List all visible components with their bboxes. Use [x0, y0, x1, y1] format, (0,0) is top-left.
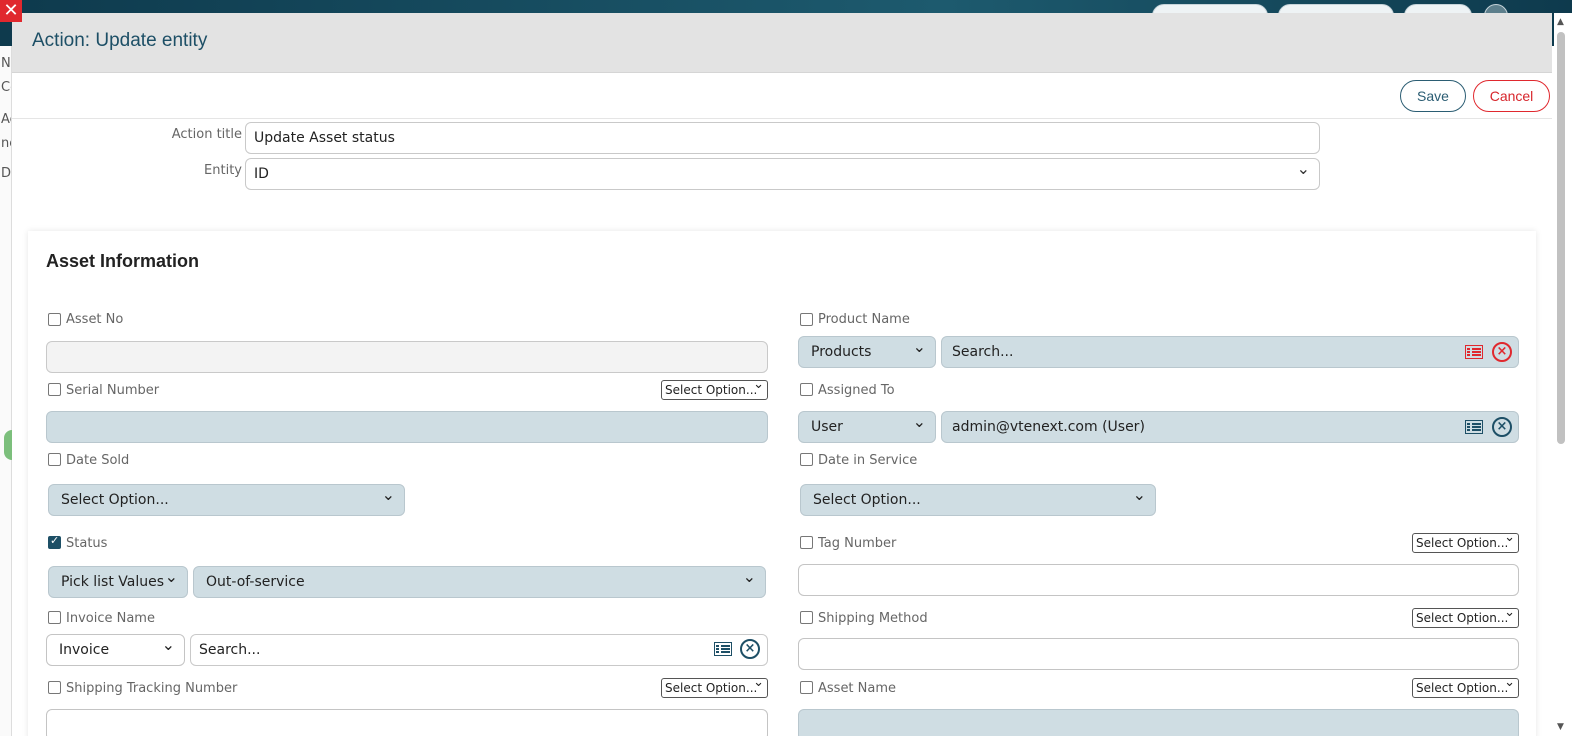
assigned-to-input[interactable]: admin@vtenext.com (User)	[941, 411, 1519, 443]
background-text: N	[1, 56, 11, 71]
asset-no-checkbox[interactable]	[48, 313, 61, 326]
invoice-name-label: Invoice Name	[66, 611, 155, 626]
assigned-type-select[interactable]: User	[798, 407, 936, 443]
date-in-service-select[interactable]: Select Option...	[800, 480, 1156, 516]
shipping-method-label: Shipping Method	[818, 611, 928, 626]
list-icon[interactable]	[1465, 345, 1483, 359]
background-text: Co	[1, 80, 11, 95]
tag-number-label: Tag Number	[818, 536, 897, 551]
close-icon[interactable]: ✕	[0, 0, 22, 22]
asset-name-label: Asset Name	[818, 681, 897, 696]
asset-no-label: Asset No	[66, 312, 124, 327]
date-sold-label: Date Sold	[66, 453, 130, 468]
serial-number-label: Serial Number	[66, 383, 160, 398]
scrollbar-thumb[interactable]	[1557, 32, 1565, 444]
action-title-label: Action title	[171, 127, 242, 142]
shipping-tracking-number-checkbox[interactable]	[48, 681, 61, 694]
tag-number-checkbox[interactable]	[800, 536, 813, 549]
assigned-to-checkbox[interactable]	[800, 383, 813, 396]
update-entity-modal: Action: Update entity Save Cancel Action…	[12, 13, 1552, 736]
asset-information-card: Asset Information Asset No Product Name …	[28, 231, 1536, 736]
background-sidebar: N Co Ac nc D	[0, 46, 12, 736]
tag-number-option-select[interactable]: Select Option...	[1412, 529, 1519, 553]
asset-no-field	[46, 341, 768, 373]
shipping-tracking-number-input[interactable]	[46, 709, 768, 736]
product-module-select[interactable]: Products	[798, 332, 936, 368]
shipping-tracking-number-label: Shipping Tracking Number	[66, 681, 238, 696]
status-source-select[interactable]: Pick list Values	[48, 562, 188, 598]
scroll-down-icon[interactable]: ▼	[1557, 722, 1564, 732]
clear-circle-icon[interactable]: ×	[740, 639, 760, 659]
modal-header: Action: Update entity	[12, 13, 1552, 73]
tag-number-input[interactable]	[798, 564, 1519, 596]
action-title-input[interactable]: Update Asset status	[245, 122, 1320, 154]
entity-label: Entity	[204, 163, 242, 178]
clear-circle-icon[interactable]: ×	[1492, 342, 1512, 362]
product-name-checkbox[interactable]	[800, 313, 813, 326]
date-sold-checkbox[interactable]	[48, 453, 61, 466]
status-label: Status	[66, 536, 108, 551]
product-search-input[interactable]: Search...	[941, 336, 1519, 368]
invoice-search-input[interactable]: Search...	[190, 634, 768, 666]
asset-name-input[interactable]	[798, 709, 1519, 736]
cancel-button[interactable]: Cancel	[1473, 80, 1550, 112]
background-text: Ac	[1, 112, 11, 127]
shipping-tracking-option-select[interactable]: Select Option...	[661, 674, 768, 698]
clear-circle-icon[interactable]: ×	[1492, 417, 1512, 437]
status-checkbox[interactable]	[48, 534, 61, 549]
invoice-module-select[interactable]: Invoice	[46, 630, 185, 666]
date-in-service-label: Date in Service	[818, 453, 918, 468]
date-in-service-checkbox[interactable]	[800, 453, 813, 466]
list-icon[interactable]	[1465, 420, 1483, 434]
scroll-up-icon[interactable]: ▲	[1557, 17, 1564, 27]
serial-number-checkbox[interactable]	[48, 383, 61, 396]
product-name-label: Product Name	[818, 312, 910, 327]
modal-title: Action: Update entity	[32, 30, 208, 51]
asset-name-option-select[interactable]: Select Option...	[1412, 674, 1519, 698]
serial-number-input[interactable]	[46, 411, 768, 443]
shipping-method-option-select[interactable]: Select Option...	[1412, 604, 1519, 628]
invoice-name-checkbox[interactable]	[48, 611, 61, 624]
shipping-method-checkbox[interactable]	[800, 611, 813, 624]
save-button[interactable]: Save	[1400, 80, 1466, 112]
assigned-to-label: Assigned To	[818, 383, 895, 398]
background-text: nc	[1, 136, 11, 151]
background-text: D	[1, 166, 12, 181]
list-icon[interactable]	[714, 642, 732, 656]
shipping-method-input[interactable]	[798, 638, 1519, 670]
date-sold-select[interactable]: Select Option...	[48, 480, 405, 516]
serial-number-option-select[interactable]: Select Option...	[661, 376, 768, 400]
asset-name-checkbox[interactable]	[800, 681, 813, 694]
section-title: Asset Information	[46, 251, 200, 271]
status-value-select[interactable]: Out-of-service	[193, 562, 766, 598]
divider	[12, 118, 1552, 119]
entity-select[interactable]: ID	[245, 154, 1320, 190]
